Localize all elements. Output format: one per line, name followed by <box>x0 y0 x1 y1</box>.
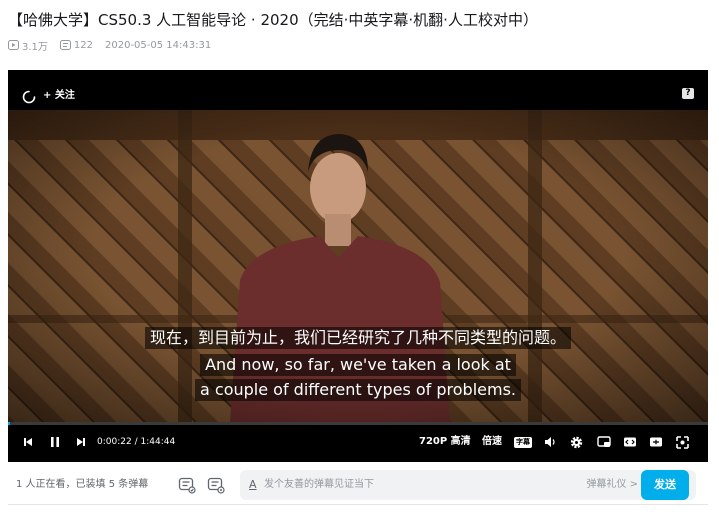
progress-bar[interactable] <box>8 422 708 425</box>
danmaku-count: 122 <box>59 40 93 51</box>
danmaku-count-icon <box>59 40 71 50</box>
video-frame[interactable]: 现在，到目前为止，我们已经研究了几种不同类型的问题。 And now, so f… <box>8 110 708 422</box>
video-title: 【哈佛大学】CS50.3 人工智能导论 · 2020（完结·中英字幕·机翻·人工… <box>8 11 538 29</box>
viewers-text: 1 人正在看，已装填 5 条弹幕 <box>16 479 149 490</box>
fullscreen-icon[interactable] <box>676 434 689 450</box>
gear-icon[interactable] <box>570 434 583 450</box>
loading-spinner-icon <box>22 89 36 108</box>
danmaku-etiquette-link[interactable]: 弹幕礼仪 > <box>586 478 638 492</box>
picture-in-picture-icon[interactable] <box>597 434 611 450</box>
danmaku-input-placeholder: 发个友善的弹幕见证当下 <box>264 479 374 490</box>
play-count-icon <box>8 40 19 50</box>
time-display: 0:00:22 / 1:44:44 <box>97 434 175 450</box>
send-danmaku-button[interactable]: 发送 <box>641 470 689 500</box>
danmaku-toggle-icon[interactable] <box>178 476 196 498</box>
pause-icon[interactable] <box>49 434 61 450</box>
publish-time: 2020-05-05 14:43:31 <box>105 39 212 51</box>
player-top-bar: + 关注 ? <box>8 70 708 110</box>
next-icon[interactable] <box>75 434 87 450</box>
report-button[interactable]: ? <box>682 88 694 99</box>
subtitle-en-2: a couple of different types of problems. <box>195 379 521 401</box>
view-count: 3.1万 <box>8 38 48 53</box>
subtitle-zh: 现在，到目前为止，我们已经研究了几种不同类型的问题。 <box>144 327 571 349</box>
video-meta: 3.1万 122 2020-05-05 14:43:31 <box>8 38 212 53</box>
speed-button[interactable]: 倍速 <box>482 434 502 450</box>
video-player[interactable]: + 关注 ? 现在，到目前为止，我们已经研究了几种不同类型的问题。 And no… <box>8 70 708 462</box>
danmaku-bar: 1 人正在看，已装填 5 条弹幕 A 发个友善的弹幕见证当下 弹幕礼仪 > <box>8 466 708 505</box>
danmaku-style-icon[interactable]: A <box>249 478 257 492</box>
progress-fill <box>8 422 11 425</box>
subtitle-button[interactable]: 字幕 <box>514 434 532 450</box>
subtitle-en-line-1: And now, so far, we've taken a look at <box>8 354 708 376</box>
player-controls: 0:00:22 / 1:44:44 720P 高清 倍速 字幕 <box>8 422 708 462</box>
subtitle-en-1: And now, so far, we've taken a look at <box>200 354 516 376</box>
quality-button[interactable]: 720P 高清 <box>419 434 471 450</box>
duration: 1:44:44 <box>140 437 176 447</box>
volume-icon[interactable] <box>544 434 557 450</box>
web-fullscreen-icon[interactable] <box>649 434 663 450</box>
subtitle-en-line-2: a couple of different types of problems. <box>8 379 708 401</box>
current-time: 0:00:22 <box>97 437 132 447</box>
widescreen-icon[interactable] <box>623 434 637 450</box>
previous-icon[interactable] <box>22 434 34 450</box>
time-separator: / <box>134 437 138 447</box>
subtitle-zh-line: 现在，到目前为止，我们已经研究了几种不同类型的问题。 <box>8 327 708 349</box>
follow-button[interactable]: + 关注 <box>43 89 75 103</box>
danmaku-input[interactable]: A 发个友善的弹幕见证当下 弹幕礼仪 > <box>240 470 696 500</box>
danmaku-settings-icon[interactable] <box>207 476 225 498</box>
